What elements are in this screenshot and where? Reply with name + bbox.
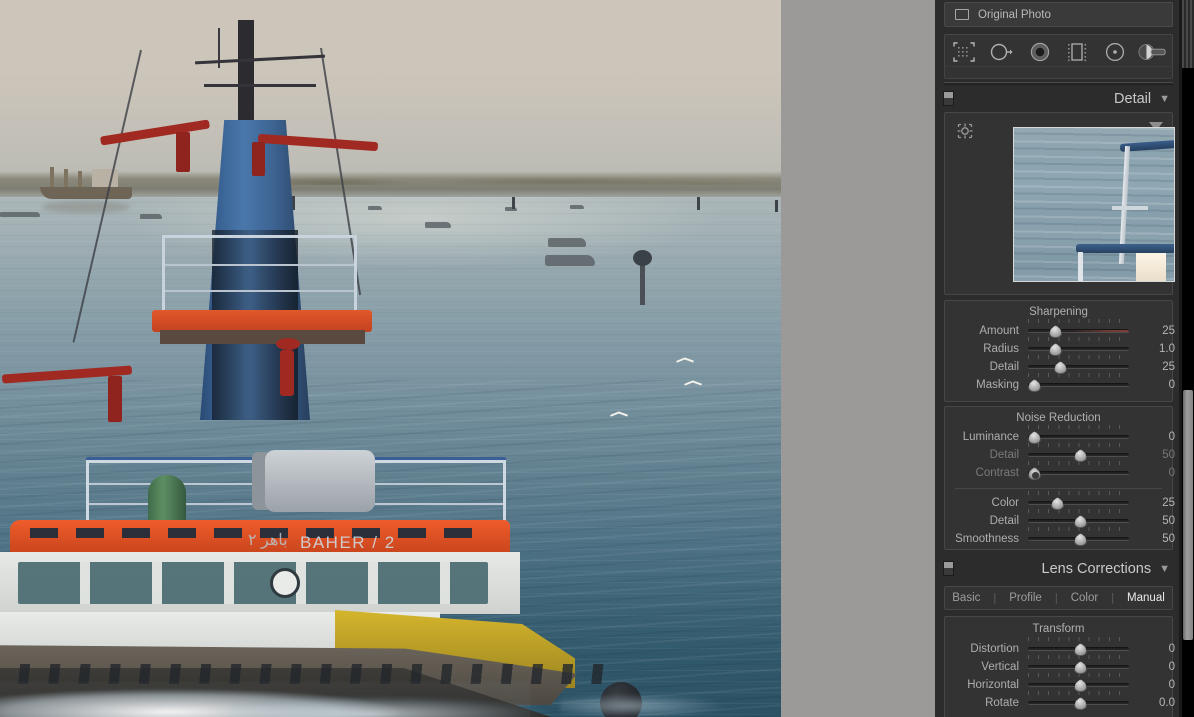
partially-visible-panel-header [944,66,1173,80]
slider-value[interactable]: 50 [1141,449,1175,461]
slider-row[interactable]: Smoothness 50 [945,527,1175,548]
transform-group: Transform Distortion 0 Vertical 0 Horizontal… [944,616,1175,717]
valve-stand [280,350,294,396]
slider-value[interactable]: 25 [1141,325,1175,337]
radial-filter-icon[interactable] [1100,39,1130,65]
slider-label: Detail [989,515,1019,527]
slider-label: Detail [989,449,1019,461]
tab-basic[interactable]: Basic [939,592,993,604]
slider-value[interactable]: 50 [1141,533,1175,545]
noise-reduction-divider [955,488,1162,489]
image-canvas[interactable]: باهر ٢ BAHER / 2 [0,0,935,717]
sharpening-title: Sharpening [1029,306,1088,318]
spot-removal-icon[interactable] [987,39,1017,65]
original-photo-button[interactable]: Original Photo [944,2,1173,27]
detail-preview-box [944,112,1175,295]
slider-track[interactable] [1028,383,1129,387]
lens-corrections-panel-header[interactable]: Lens Corrections ▼ [935,557,1182,581]
tab-profile[interactable]: Profile [996,592,1055,604]
slider-ticks [1028,373,1129,383]
detail-panel-header[interactable]: Detail ▼ [935,87,1182,111]
slider-track[interactable] [1028,435,1129,439]
crop-icon[interactable] [949,39,979,65]
chevron-down-icon[interactable]: ▼ [1159,93,1170,105]
slider-track[interactable] [1028,501,1129,505]
slider-row[interactable]: Masking 0 [945,373,1175,394]
slider-ticks [1028,355,1129,365]
slider-ticks [1028,337,1129,347]
detail-panel-toggle-switch[interactable] [943,91,954,106]
slider-ticks [1028,461,1129,471]
hull-name: BAHER / 2 [300,533,396,552]
slider-label: Masking [976,379,1019,391]
slider-value[interactable]: 0 [1141,467,1175,479]
slider-value[interactable]: 0 [1141,679,1175,691]
slider-label: Amount [979,325,1019,337]
sharpening-group: Sharpening Amount 25 Radius 1.0 Detail 25 Mask… [944,300,1175,402]
tugboat [0,20,690,717]
slider-value[interactable]: 1.0 [1141,343,1175,355]
slider-track[interactable] [1028,347,1129,351]
slider-label: Detail [989,361,1019,373]
noise-reduction-group: Noise Reduction Luminance 0 Detail 50 Contra… [944,406,1175,550]
slider-ticks [1028,319,1129,329]
scrollbar-top-hatch [1182,0,1194,68]
tab-color[interactable]: Color [1058,592,1111,604]
rectangle-icon [955,9,969,20]
chevron-down-icon[interactable]: ▼ [1159,563,1170,575]
slider-track[interactable] [1028,329,1129,333]
slider-value[interactable]: 50 [1141,515,1175,527]
transform-title: Transform [1032,623,1085,635]
slider-ticks [1028,425,1129,435]
slider-value[interactable]: 25 [1141,361,1175,373]
detail-panel-title: Detail [1114,91,1152,107]
slider-value[interactable]: 0 [1141,379,1175,391]
develop-tool-strip [944,34,1173,69]
slider-label: Radius [983,343,1019,355]
photo-preview[interactable]: باهر ٢ BAHER / 2 [0,0,781,717]
slider-value[interactable]: 0 [1141,661,1175,673]
slider-ticks [1028,491,1129,501]
slider-track[interactable] [1028,365,1129,369]
slider-label: Color [991,497,1019,509]
slider-value[interactable]: 0 [1141,643,1175,655]
slider-row[interactable]: Rotate 0.0 [945,691,1175,712]
target-loupe-icon[interactable] [957,123,973,139]
red-eye-icon[interactable] [1025,39,1055,65]
slider-label: Rotate [985,697,1019,709]
original-photo-label: Original Photo [978,8,1051,21]
lens-corrections-panel-title: Lens Corrections [1041,561,1152,577]
slider-value[interactable]: 25 [1141,497,1175,509]
brush-icon[interactable] [1138,39,1168,65]
slider-label: Smoothness [955,533,1019,545]
slider-value[interactable]: 0.0 [1141,697,1175,709]
wake [560,688,781,717]
detail-zoom-preview[interactable] [1013,127,1175,282]
noise-reduction-title: Noise Reduction [1016,412,1101,424]
slider-label: Contrast [975,467,1019,479]
hull-name-arabic: باهر ٢ [248,532,288,549]
slider-track[interactable] [1028,471,1129,475]
slider-label: Luminance [962,431,1019,443]
channel-buoy [775,200,778,212]
slider-row[interactable]: Contrast 0 [945,461,1175,482]
slider-label: Horizontal [967,679,1019,691]
water-monitor [99,119,211,146]
slider-label: Distortion [970,643,1019,655]
lens-corrections-panel-toggle-switch[interactable] [943,561,954,576]
right-panel-scrollbar[interactable] [1183,390,1193,640]
slider-value[interactable]: 0 [1141,431,1175,443]
panel-divider [944,82,1173,85]
graduated-filter-icon[interactable] [1062,39,1092,65]
lightroom-window: باهر ٢ BAHER / 2 Original Photo Detail ▼… [0,0,1194,717]
lens-corrections-tabs: Basic | Profile | Color | Manual [944,586,1173,610]
channel-buoy [697,197,700,210]
tab-manual[interactable]: Manual [1114,592,1178,604]
slider-label: Vertical [981,661,1019,673]
right-side-panel: Original Photo Detail ▼ Sharpening Amoun… [935,0,1182,717]
